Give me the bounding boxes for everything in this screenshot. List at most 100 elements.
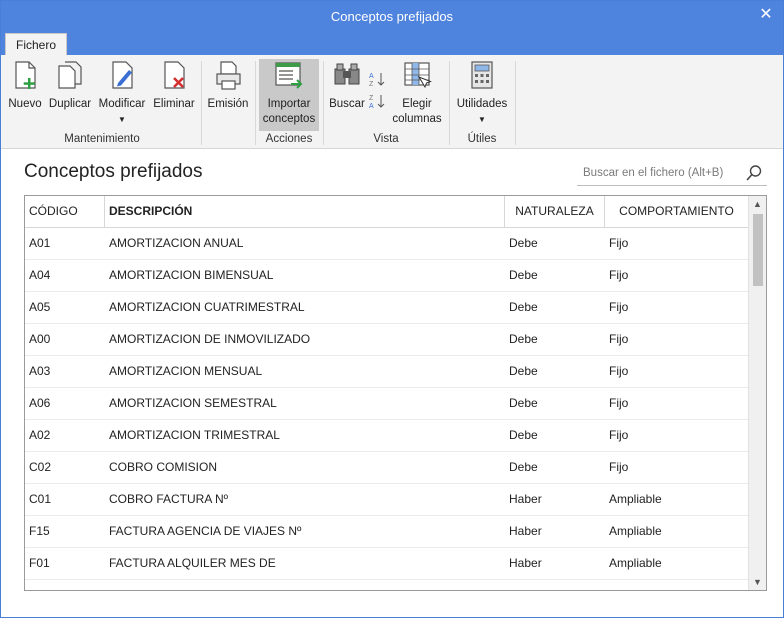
table-row[interactable]: F01 FACTURA ALQUILER MES DE Haber Amplia… bbox=[25, 548, 748, 580]
table-row[interactable]: F15 FACTURA AGENCIA DE VIAJES Nº Haber A… bbox=[25, 516, 748, 548]
sort-ascending-icon[interactable]: A Z bbox=[369, 71, 385, 87]
column-header-codigo[interactable]: CÓDIGO bbox=[25, 196, 105, 227]
search-box bbox=[577, 161, 767, 186]
emision-label: Emisión bbox=[207, 98, 249, 110]
cell-naturaleza: Haber bbox=[509, 524, 542, 538]
modificar-dropdown-icon[interactable]: ▼ bbox=[95, 112, 149, 127]
cell-codigo: A00 bbox=[29, 332, 51, 346]
cell-codigo: A02 bbox=[29, 428, 51, 442]
edit-document-icon bbox=[112, 61, 133, 89]
column-header-comportamiento[interactable]: COMPORTAMIENTO bbox=[605, 196, 748, 227]
table-row[interactable]: A04 AMORTIZACION BIMENSUAL Debe Fijo bbox=[25, 260, 748, 292]
cell-descripcion: FACTURA ALQUILER MES DE bbox=[109, 556, 276, 570]
svg-text:Z: Z bbox=[369, 95, 374, 102]
cell-descripcion: AMORTIZACION ANUAL bbox=[109, 236, 244, 250]
sort-buttons: A Z Z A bbox=[369, 71, 387, 115]
page-title: Conceptos prefijados bbox=[24, 161, 203, 182]
cell-descripcion: FACTURA AGENCIA DE VIAJES Nº bbox=[109, 524, 302, 538]
cell-comportamiento: Ampliable bbox=[609, 492, 662, 506]
importar-conceptos-button[interactable]: Importar conceptos bbox=[259, 59, 319, 131]
cell-comportamiento: Fijo bbox=[609, 364, 629, 378]
app-window: Conceptos prefijados ✕ Fichero Nuevo Dup… bbox=[0, 0, 784, 618]
table-row[interactable]: C01 COBRO FACTURA Nº Haber Ampliable bbox=[25, 484, 748, 516]
cell-descripcion: COBRO FACTURA Nº bbox=[109, 492, 229, 506]
cell-comportamiento: Fijo bbox=[609, 396, 629, 410]
scroll-down-icon[interactable]: ▼ bbox=[749, 574, 766, 590]
svg-text:A: A bbox=[369, 73, 374, 80]
ribbon-separator bbox=[201, 61, 202, 145]
search-input[interactable] bbox=[577, 161, 737, 185]
cell-comportamiento: Fijo bbox=[609, 332, 629, 346]
import-icon bbox=[275, 62, 303, 89]
nuevo-button[interactable]: Nuevo bbox=[7, 59, 43, 131]
sort-descending-icon[interactable]: Z A bbox=[369, 93, 385, 109]
scroll-up-icon[interactable]: ▲ bbox=[749, 196, 766, 212]
cell-descripcion: AMORTIZACION BIMENSUAL bbox=[109, 268, 274, 282]
utilidades-button[interactable]: Utilidades ▼ bbox=[453, 59, 511, 131]
cell-codigo: A03 bbox=[29, 364, 51, 378]
cell-naturaleza: Debe bbox=[509, 460, 538, 474]
group-acciones: Acciones bbox=[265, 133, 313, 145]
eliminar-button[interactable]: Eliminar bbox=[151, 59, 197, 131]
close-icon[interactable]: ✕ bbox=[757, 6, 775, 24]
cell-naturaleza: Debe bbox=[509, 236, 538, 250]
cell-codigo: A04 bbox=[29, 268, 51, 282]
cell-comportamiento: Ampliable bbox=[609, 556, 662, 570]
table-header: CÓDIGO DESCRIPCIÓN NATURALEZA COMPORTAMI… bbox=[25, 196, 748, 228]
table-row[interactable]: A06 AMORTIZACION SEMESTRAL Debe Fijo bbox=[25, 388, 748, 420]
utilidades-dropdown-icon[interactable]: ▼ bbox=[453, 112, 511, 127]
table-row[interactable]: A03 AMORTIZACION MENSUAL Debe Fijo bbox=[25, 356, 748, 388]
cell-descripcion: AMORTIZACION DE INMOVILIZADO bbox=[109, 332, 311, 346]
modificar-button[interactable]: Modificar ▼ bbox=[95, 59, 149, 131]
cell-codigo: A06 bbox=[29, 396, 51, 410]
table-row[interactable]: A02 AMORTIZACION TRIMESTRAL Debe Fijo bbox=[25, 420, 748, 452]
table-row[interactable]: A00 AMORTIZACION DE INMOVILIZADO Debe Fi… bbox=[25, 324, 748, 356]
choose-columns-icon bbox=[404, 62, 432, 89]
buscar-button[interactable]: Buscar bbox=[327, 59, 367, 131]
elegir-columnas-button[interactable]: Elegir columnas bbox=[391, 59, 443, 131]
delete-document-icon bbox=[164, 61, 185, 89]
cell-comportamiento: Fijo bbox=[609, 460, 629, 474]
concepts-table: CÓDIGO DESCRIPCIÓN NATURALEZA COMPORTAMI… bbox=[24, 195, 767, 591]
column-header-descripcion[interactable]: DESCRIPCIÓN bbox=[105, 196, 505, 227]
modificar-label: Modificar bbox=[98, 98, 146, 110]
cell-codigo: C02 bbox=[29, 460, 52, 474]
eliminar-label: Eliminar bbox=[153, 98, 195, 110]
emision-button[interactable]: Emisión bbox=[205, 59, 251, 131]
cell-codigo: F15 bbox=[29, 524, 50, 538]
cell-naturaleza: Haber bbox=[509, 556, 542, 570]
cell-naturaleza: Debe bbox=[509, 332, 538, 346]
table-body: A01 AMORTIZACION ANUAL Debe Fijo A04 AMO… bbox=[25, 228, 748, 580]
elegir-label: Elegir columnas bbox=[392, 98, 442, 125]
table-row[interactable]: A01 AMORTIZACION ANUAL Debe Fijo bbox=[25, 228, 748, 260]
tab-fichero[interactable]: Fichero bbox=[5, 33, 67, 55]
search-icon[interactable] bbox=[745, 164, 763, 182]
cell-descripcion: AMORTIZACION MENSUAL bbox=[109, 364, 263, 378]
scroll-thumb[interactable] bbox=[753, 214, 763, 286]
table-row[interactable]: C02 COBRO COMISION Debe Fijo bbox=[25, 452, 748, 484]
cell-descripcion: AMORTIZACION TRIMESTRAL bbox=[109, 428, 280, 442]
cell-codigo: C01 bbox=[29, 492, 52, 506]
cell-descripcion: COBRO COMISION bbox=[109, 460, 218, 474]
vertical-scrollbar[interactable]: ▲ ▼ bbox=[748, 196, 766, 590]
window-title: Conceptos prefijados bbox=[330, 9, 454, 24]
column-header-naturaleza[interactable]: NATURALEZA bbox=[505, 196, 605, 227]
cell-codigo: A01 bbox=[29, 236, 51, 250]
importar-label: Importar conceptos bbox=[262, 98, 316, 125]
cell-comportamiento: Fijo bbox=[609, 268, 629, 282]
cell-comportamiento: Fijo bbox=[609, 300, 629, 314]
svg-text:Z: Z bbox=[369, 81, 374, 87]
cell-naturaleza: Debe bbox=[509, 428, 538, 442]
group-utiles: Útiles bbox=[467, 133, 497, 145]
cell-naturaleza: Debe bbox=[509, 364, 538, 378]
utilidades-label: Utilidades bbox=[456, 98, 508, 110]
cell-comportamiento: Fijo bbox=[609, 428, 629, 442]
cell-naturaleza: Debe bbox=[509, 300, 538, 314]
duplicar-button[interactable]: Duplicar bbox=[47, 59, 93, 131]
table-row[interactable]: A05 AMORTIZACION CUATRIMESTRAL Debe Fijo bbox=[25, 292, 748, 324]
cell-codigo: F01 bbox=[29, 556, 50, 570]
cell-naturaleza: Debe bbox=[509, 268, 538, 282]
svg-text:A: A bbox=[369, 103, 374, 109]
cell-naturaleza: Haber bbox=[509, 492, 542, 506]
ribbon-tab-bar: Fichero bbox=[1, 31, 783, 55]
